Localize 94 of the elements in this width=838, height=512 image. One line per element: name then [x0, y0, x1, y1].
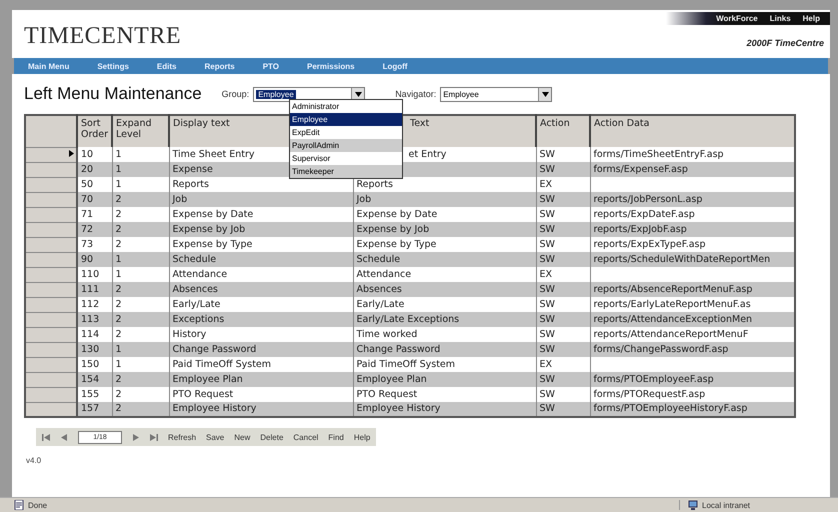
table-cell: Absences: [169, 282, 353, 297]
table-cell: SW: [536, 192, 590, 207]
table-cell: Change Password: [169, 342, 353, 357]
table-cell: SW: [536, 282, 590, 297]
dropdown-option[interactable]: Employee: [290, 113, 402, 126]
table-cell: forms/ChangePasswordF.asp: [590, 342, 795, 357]
table-cell: SW: [536, 162, 590, 177]
page-icon: [14, 500, 24, 510]
table-cell: Job: [169, 192, 353, 207]
dropdown-option[interactable]: PayrollAdmin: [290, 139, 402, 152]
toolbar-button[interactable]: Save: [206, 432, 224, 442]
column-header[interactable]: Action: [536, 115, 590, 147]
column-header[interactable]: Action Data: [590, 115, 795, 147]
table-cell: 113: [77, 312, 112, 327]
nav-item[interactable]: Logoff: [382, 62, 408, 70]
dropdown-option[interactable]: Administrator: [290, 100, 402, 113]
table-cell: forms/ExpenseF.asp: [590, 162, 795, 177]
nav-item[interactable]: Main Menu: [28, 62, 70, 70]
nav-item[interactable]: Settings: [97, 62, 129, 70]
navigator-label: Navigator:: [395, 89, 436, 99]
table-cell: forms/PTOEmployeeF.asp: [590, 372, 795, 387]
table-cell: reports/AbsenceReportMenuF.asp: [590, 282, 795, 297]
nav-item[interactable]: Edits: [156, 62, 176, 70]
table-cell: 1: [112, 342, 169, 357]
security-zone: Local intranet: [702, 500, 750, 510]
table-cell: SW: [536, 252, 590, 267]
table-cell: Schedule: [353, 252, 536, 267]
table-cell: SW: [536, 372, 590, 387]
table-cell: 2: [112, 222, 169, 237]
table-cell: 2: [112, 372, 169, 387]
computer-icon: [688, 500, 698, 510]
header-link[interactable]: Help: [802, 14, 820, 23]
toolbar-button[interactable]: Find: [328, 432, 344, 442]
table-cell: Employee History: [169, 402, 353, 417]
nav-item[interactable]: Permissions: [307, 62, 355, 70]
table-cell: 2: [112, 312, 169, 327]
logo: TIMECENTRE: [24, 23, 181, 51]
table-cell: Job: [353, 192, 536, 207]
row-pointer-icon: [69, 150, 74, 156]
table-cell: reports/AttendanceExceptionMen: [590, 312, 795, 327]
next-record-icon[interactable]: [132, 434, 140, 440]
table-cell: reports/JobPersonL.asp: [590, 192, 795, 207]
table-cell: Employee History: [353, 402, 536, 417]
nav-item[interactable]: Reports: [204, 62, 235, 70]
table-cell: Expense by Job: [169, 222, 353, 237]
table-cell: Absences: [353, 282, 536, 297]
table-cell: SW: [536, 342, 590, 357]
table-cell: 2: [112, 192, 169, 207]
dropdown-option[interactable]: Timekeeper: [290, 165, 402, 178]
page-title: Left Menu Maintenance: [24, 84, 202, 104]
table-cell: Employee Plan: [169, 372, 353, 387]
first-record-icon[interactable]: [42, 434, 50, 440]
version-text: v4.0: [26, 456, 42, 465]
table-cell: 2: [112, 402, 169, 417]
table-cell: SW: [536, 222, 590, 237]
table-cell: Employee Plan: [353, 372, 536, 387]
table-cell: Expense by Job: [353, 222, 536, 237]
last-record-icon[interactable]: [150, 434, 158, 440]
table-cell: Change Password: [353, 342, 536, 357]
table-cell: 157: [77, 402, 112, 417]
table-cell: 72: [77, 222, 112, 237]
column-header[interactable]: Expand Level: [112, 115, 169, 147]
group-label: Group:: [222, 89, 250, 99]
table-cell: 154: [77, 372, 112, 387]
table-cell: 130: [77, 342, 112, 357]
previous-record-icon[interactable]: [60, 434, 68, 440]
table-cell: Exceptions: [169, 312, 353, 327]
toolbar-button[interactable]: Help: [354, 432, 370, 442]
toolbar-button[interactable]: Delete: [260, 432, 284, 442]
nav-item[interactable]: PTO: [262, 62, 280, 70]
toolbar-button[interactable]: Refresh: [168, 432, 196, 442]
toolbar-button[interactable]: Cancel: [293, 432, 318, 442]
table-cell: 1: [112, 162, 169, 177]
table-cell: 70: [77, 192, 112, 207]
table-cell: 111: [77, 282, 112, 297]
table-cell: 2: [112, 282, 169, 297]
table-cell: 1: [112, 252, 169, 267]
toolbar-button[interactable]: New: [234, 432, 250, 442]
table-cell: reports/ExpJobF.asp: [590, 222, 795, 237]
table-cell: 90: [77, 252, 112, 267]
table-cell: forms/PTOEmployeeHistoryF.asp: [590, 402, 795, 417]
table-cell: reports/ScheduleWithDateReportMen: [590, 252, 795, 267]
header-link[interactable]: Links: [770, 14, 791, 23]
table-cell: SW: [536, 312, 590, 327]
table-cell: 20: [77, 162, 112, 177]
table-cell: SW: [536, 402, 590, 417]
navigator-dropdown[interactable]: Employee: [440, 86, 552, 102]
product-name: 2000F TimeCentre: [746, 38, 824, 48]
group-dropdown[interactable]: Employee: [253, 86, 366, 102]
table-cell: Schedule: [169, 252, 353, 267]
column-header[interactable]: Sort Order: [77, 115, 112, 147]
header-link[interactable]: WorkForce: [716, 14, 758, 23]
status-text: Done: [28, 500, 48, 510]
table-cell: Early/Late Exceptions: [353, 312, 536, 327]
